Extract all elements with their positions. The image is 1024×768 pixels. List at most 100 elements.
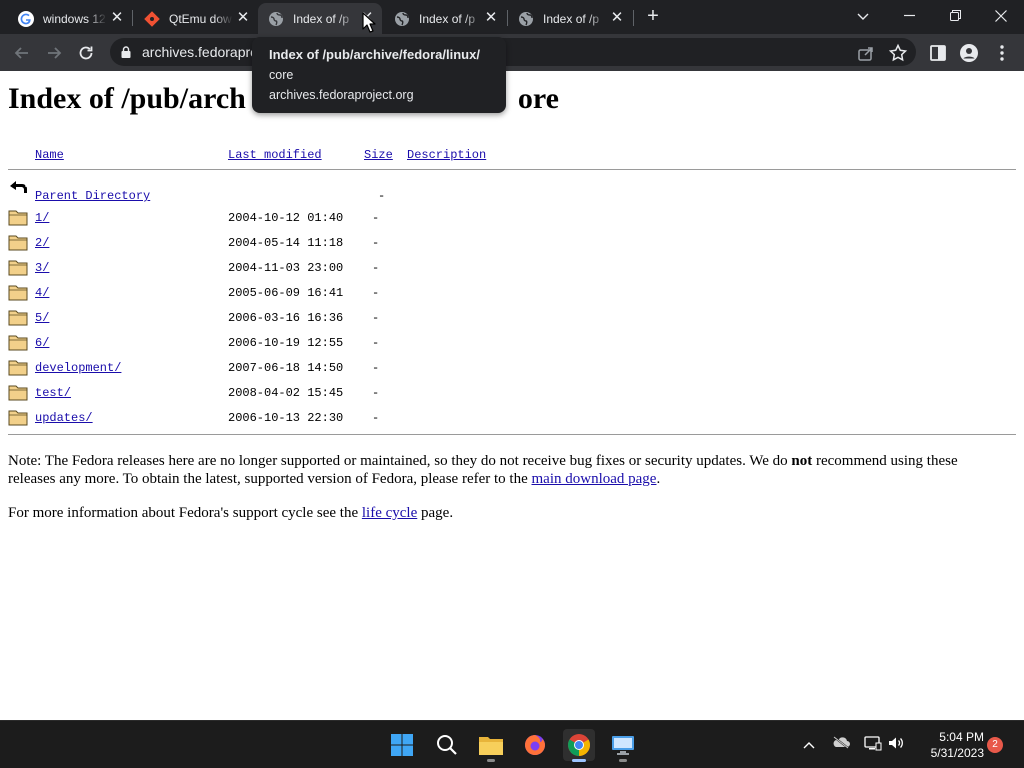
google-g-icon [18,10,34,27]
note-text: Note: The Fedora releases here are no lo… [8,453,792,469]
list-item: 5/ 2006-03-16 16:36 - [0,307,1024,332]
globe-icon [519,11,533,26]
column-last-modified-link[interactable]: Last modified [228,148,322,162]
tab-title: QtEmu dow [169,11,232,26]
size: - [372,236,380,250]
side-panel-icon[interactable] [928,43,948,63]
profile-icon[interactable] [959,43,979,63]
last-modified: 2005-06-09 16:41 [228,286,344,300]
list-item: test/ 2008-04-02 15:45 - [0,382,1024,407]
list-item: 1/ 2004-10-12 01:40 - [0,207,1024,232]
close-tab-icon[interactable]: ✕ [110,10,124,25]
start-button[interactable] [386,729,418,761]
system-clock[interactable]: 5:04 PM 5/31/2023 [914,729,984,761]
reload-icon[interactable] [76,43,96,63]
address-bar[interactable]: archives.fedoraproject.org [110,38,916,66]
list-item: development/ 2007-06-18 14:50 - [0,357,1024,382]
tab-windows-12[interactable]: windows 12 ✕ [8,3,132,34]
menu-kebab-icon[interactable] [992,43,1012,63]
running-indicator [487,759,495,762]
table-bottom-rule [8,434,1016,435]
tab-qtemu[interactable]: QtEmu dow ✕ [134,3,258,34]
share-icon[interactable] [856,43,876,63]
unsupported-note: Note: The Fedora releases here are no lo… [8,452,1008,488]
forward-arrow-icon[interactable] [44,43,64,63]
directory-link[interactable]: 1/ [35,211,49,225]
notification-badge[interactable]: 2 [987,737,1003,753]
folder-icon [8,285,28,301]
hover-card-title: Index of /pub/archive/fedora/linux/ [269,47,480,62]
chrome-icon [568,734,590,756]
page-heading-end: ore [517,82,559,115]
search-button[interactable] [431,729,463,761]
mouse-pointer-icon [362,12,376,33]
back-arrow-icon [10,181,27,193]
column-size-link[interactable]: Size [364,148,393,162]
list-item: 2/ 2004-05-14 11:18 - [0,232,1024,257]
size: - [372,286,380,300]
close-tab-icon[interactable]: ✕ [484,10,498,25]
tab-strip: windows 12 ✕ QtEmu dow ✕ Index of /p ✕ I… [0,0,1024,34]
onedrive-icon[interactable] [832,735,850,753]
chrome-button[interactable] [563,729,595,762]
folder-icon [8,360,28,376]
directory-link[interactable]: 5/ [35,311,49,325]
windows-logo-icon [391,734,413,756]
last-modified: 2007-06-18 14:50 [228,361,344,375]
lock-icon[interactable] [121,46,131,58]
life-cycle-link[interactable]: life cycle [362,505,417,521]
directory-link[interactable]: test/ [35,386,71,400]
note-emphasis: not [791,453,813,469]
volume-icon[interactable] [887,735,905,753]
info-text: For more information about Fedora's supp… [8,505,362,521]
directory-link[interactable]: 3/ [35,261,49,275]
life-cycle-info: For more information about Fedora's supp… [8,504,1008,522]
folder-icon [8,235,28,251]
show-hidden-icons-chevron-icon[interactable] [800,735,818,753]
list-item: updates/ 2006-10-13 22:30 - [0,407,1024,432]
folder-icon [8,310,28,326]
firefox-button[interactable] [519,729,551,761]
tab-search-chevron-icon[interactable] [851,4,875,28]
tab-separator [132,10,133,26]
close-tab-icon[interactable]: ✕ [236,10,250,25]
restore-button[interactable] [943,4,967,28]
running-indicator [619,759,627,762]
directory-link[interactable]: 2/ [35,236,49,250]
file-explorer-button[interactable] [475,729,507,762]
tab-index-3[interactable]: Index of /p ✕ [508,3,632,34]
bookmark-star-icon[interactable] [888,43,908,63]
windows-taskbar: 5:04 PM 5/31/2023 2 [0,720,1024,768]
minimize-button[interactable] [897,4,921,28]
back-arrow-icon[interactable] [12,43,32,63]
close-tab-icon[interactable]: ✕ [610,10,624,25]
parent-directory-link[interactable]: Parent Directory [35,189,150,203]
remote-desktop-button[interactable] [607,729,639,762]
new-tab-button[interactable]: + [642,6,664,28]
directory-link[interactable]: development/ [35,361,121,375]
last-modified: 2008-04-02 15:45 [228,386,344,400]
last-modified: 2006-03-16 16:36 [228,311,344,325]
folder-icon [8,410,28,426]
directory-link[interactable]: updates/ [35,411,93,425]
note-text: . [656,471,661,487]
main-download-page-link[interactable]: main download page [532,471,657,487]
tab-title: windows 12 [43,11,106,26]
monitor-icon [612,736,634,755]
globe-icon [269,11,283,26]
folder-icon [8,385,28,401]
list-item: 6/ 2006-10-19 12:55 - [0,332,1024,357]
tab-index-2[interactable]: Index of /p ✕ [384,3,506,34]
globe-icon [395,11,409,26]
close-window-button[interactable] [989,4,1013,28]
column-description-link[interactable]: Description [407,148,486,162]
column-name-link[interactable]: Name [35,148,64,162]
size: - [372,261,380,275]
directory-link[interactable]: 4/ [35,286,49,300]
browser-toolbar: archives.fedoraproject.org [0,34,1024,71]
network-icon[interactable] [864,735,882,753]
size: - [372,361,380,375]
directory-link[interactable]: 6/ [35,336,49,350]
folder-icon [8,210,28,226]
folder-icon [479,737,503,755]
